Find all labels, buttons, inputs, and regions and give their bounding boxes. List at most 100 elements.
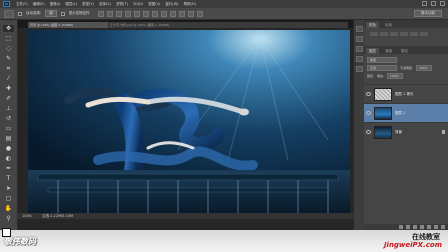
right-panels: 颜色 色板 图层 通道 路径 类型 正常 不透明度: 100% 锁定: 填充: … <box>364 20 448 230</box>
menu-view[interactable]: 视图(V) <box>148 2 160 7</box>
path-select-tool-icon[interactable]: ➤ <box>3 185 14 192</box>
clone-stamp-tool-icon[interactable]: ⊥ <box>3 105 14 112</box>
auto-select-checkbox[interactable] <box>18 11 22 16</box>
align-hcenter-icon[interactable] <box>133 10 140 17</box>
menu-type[interactable]: 类型(Y) <box>82 2 94 7</box>
dodge-tool-icon[interactable]: ◐ <box>3 155 14 162</box>
distribute-right-icon[interactable] <box>196 10 203 17</box>
new-layer-icon[interactable] <box>434 225 438 229</box>
align-vcenter-icon[interactable] <box>106 10 113 17</box>
pen-tool-icon[interactable]: ✒ <box>3 165 14 172</box>
maximize-icon[interactable] <box>431 1 436 6</box>
auto-select-label: 自动选择: <box>26 11 42 15</box>
swatch[interactable] <box>410 32 418 36</box>
status-bar: 100% 文档:1.22M/5.03M <box>18 213 353 219</box>
minimize-icon[interactable] <box>422 1 427 6</box>
menu-select[interactable]: 选择(S) <box>99 2 111 7</box>
visibility-eye-icon[interactable] <box>366 130 371 134</box>
auto-select-dropdown[interactable]: 组 <box>45 10 57 17</box>
delete-layer-icon[interactable] <box>441 225 445 229</box>
hand-tool-icon[interactable]: ✋ <box>3 205 14 212</box>
visibility-eye-icon[interactable] <box>366 92 371 96</box>
visibility-eye-icon[interactable] <box>366 111 371 115</box>
swatch[interactable] <box>390 32 398 36</box>
new-group-icon[interactable] <box>427 225 431 229</box>
swatch[interactable] <box>380 32 388 36</box>
character-panel-icon[interactable] <box>355 56 363 62</box>
add-mask-icon[interactable] <box>413 225 417 229</box>
tab-swatches[interactable]: 色板 <box>382 22 395 28</box>
brush-tool-icon[interactable]: ✐ <box>3 95 14 102</box>
foreground-color-swatch[interactable] <box>1 228 11 237</box>
history-brush-tool-icon[interactable]: ↺ <box>3 115 14 122</box>
menu-filter[interactable]: 滤镜(T) <box>116 2 128 7</box>
menu-bar: Ps 文件(F) 编辑(E) 图像(I) 图层(L) 类型(Y) 选择(S) 滤… <box>0 0 448 8</box>
history-panel-icon[interactable] <box>355 26 363 32</box>
show-transform-checkbox[interactable] <box>60 11 65 16</box>
menu-image[interactable]: 图像(I) <box>50 2 61 7</box>
shape-tool-icon[interactable]: ▢ <box>3 195 14 202</box>
options-bar: 自动选择: 组 显示变换控件 基本功能 <box>0 8 448 20</box>
menu-3d[interactable]: 3D(D) <box>133 2 143 7</box>
blend-mode-select[interactable]: 正常 <box>367 65 397 71</box>
zoom-level[interactable]: 100% <box>22 214 32 218</box>
document-canvas[interactable] <box>28 30 350 218</box>
tool-preset-picker[interactable] <box>4 9 14 18</box>
layer-name: 背景 <box>395 129 402 134</box>
menu-layer[interactable]: 图层(L) <box>65 2 77 7</box>
link-layers-icon[interactable] <box>399 225 403 229</box>
align-top-icon[interactable] <box>97 10 104 17</box>
move-tool-icon[interactable]: ✥ <box>3 25 14 32</box>
tab-color[interactable]: 颜色 <box>366 22 379 28</box>
tools-panel: ✥ ⬚ ◌ ✎ ⌗ ⁄ ✚ ✐ ⊥ ↺ ▭ ▤ ● ◐ ✒ T ➤ ▢ ✋ ⚲ … <box>0 20 18 242</box>
brush-panel-icon[interactable] <box>355 46 363 52</box>
menu-window[interactable]: 窗口(W) <box>165 2 178 7</box>
blur-tool-icon[interactable]: ● <box>3 145 14 152</box>
opacity-input[interactable]: 100% <box>416 65 433 71</box>
crop-tool-icon[interactable]: ⌗ <box>3 65 14 72</box>
menu-help[interactable]: 帮助(H) <box>184 2 196 7</box>
watermark-brand: 敬伟数码 <box>4 237 36 246</box>
tab-paths[interactable]: 路径 <box>398 48 411 54</box>
align-right-icon[interactable] <box>142 10 149 17</box>
layer-kind-filter[interactable]: 类型 <box>367 57 397 63</box>
adjustment-layer-icon[interactable] <box>420 225 424 229</box>
tab-channels[interactable]: 通道 <box>382 48 395 54</box>
distribute-bottom-icon[interactable] <box>169 10 176 17</box>
distribute-hcenter-icon[interactable] <box>187 10 194 17</box>
healing-brush-tool-icon[interactable]: ✚ <box>3 85 14 92</box>
quick-select-tool-icon[interactable]: ✎ <box>3 55 14 62</box>
layer-name: 图层 1 拷贝 <box>395 91 414 96</box>
eraser-tool-icon[interactable]: ▭ <box>3 125 14 132</box>
menu-edit[interactable]: 编辑(E) <box>33 2 45 7</box>
eyedropper-tool-icon[interactable]: ⁄ <box>3 75 14 82</box>
close-icon[interactable] <box>440 1 445 6</box>
distribute-vcenter-icon[interactable] <box>160 10 167 17</box>
align-bottom-icon[interactable] <box>115 10 122 17</box>
marquee-tool-icon[interactable]: ⬚ <box>3 35 14 42</box>
watermark-strip: 敬伟数码 在线教室 JingweiPX.com <box>0 230 448 252</box>
layer-row[interactable]: 图层 1 拷贝 <box>364 84 448 103</box>
lock-icon <box>442 130 445 134</box>
fill-input[interactable]: 100% <box>387 73 404 79</box>
menu-file[interactable]: 文件(F) <box>16 2 28 7</box>
swatch[interactable] <box>370 32 378 36</box>
layer-row-background[interactable]: 背景 <box>364 122 448 141</box>
zoom-tool-icon[interactable]: ⚲ <box>3 215 14 222</box>
type-tool-icon[interactable]: T <box>3 175 14 182</box>
tab-layers[interactable]: 图层 <box>366 48 379 54</box>
properties-panel-icon[interactable] <box>355 36 363 42</box>
workspace-switcher[interactable]: 基本功能 <box>414 10 442 17</box>
distribute-top-icon[interactable] <box>151 10 158 17</box>
distribute-left-icon[interactable] <box>178 10 185 17</box>
layer-row-selected[interactable]: 图层 1 <box>364 103 448 122</box>
swatch[interactable] <box>420 32 428 36</box>
layer-style-icon[interactable] <box>406 225 410 229</box>
layer-thumbnail <box>374 87 392 101</box>
gradient-tool-icon[interactable]: ▤ <box>3 135 14 142</box>
artwork-image <box>28 30 350 218</box>
lasso-tool-icon[interactable]: ◌ <box>3 45 14 52</box>
swatch[interactable] <box>400 32 408 36</box>
align-left-icon[interactable] <box>124 10 131 17</box>
paragraph-panel-icon[interactable] <box>355 66 363 72</box>
